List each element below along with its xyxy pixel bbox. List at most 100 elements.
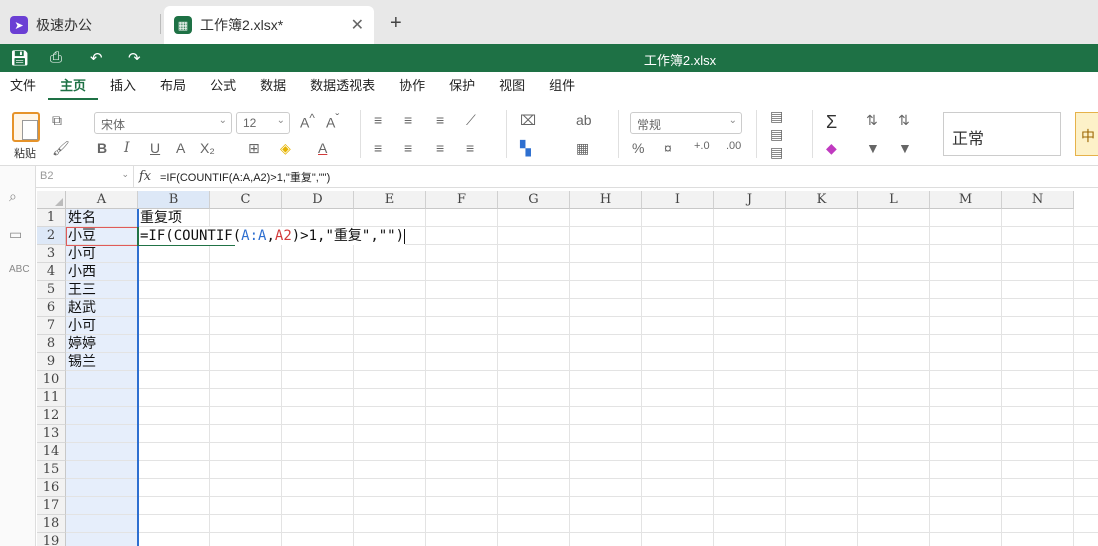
row-header-14[interactable]: 14	[37, 443, 66, 461]
spreadsheet-grid[interactable]: ABCDEFGHIJKLMN 1 2 3 4 5 6 7 8 9 10 11 12 13 14 15 16 17…	[37, 191, 1098, 546]
sort-asc-icon[interactable]: ⇅	[866, 112, 878, 129]
row-header-18[interactable]: 18	[37, 515, 66, 533]
cell-b2-editor[interactable]: =IF(COUNTIF(A:A,A2)>1,"重复","")	[139, 227, 406, 245]
orientation-icon[interactable]: ⟋	[466, 112, 476, 129]
column-header-n[interactable]: N	[1002, 191, 1074, 209]
underline-icon[interactable]: U	[150, 140, 160, 156]
row-header-11[interactable]: 11	[37, 389, 66, 407]
menu-components[interactable]: 组件	[537, 72, 587, 100]
align-middle-icon[interactable]: ≡	[404, 112, 412, 128]
row-header-3[interactable]: 3	[37, 245, 66, 263]
insert-cells-icon[interactable]: ▤	[770, 108, 783, 125]
wrap-text-icon[interactable]: ⌧	[520, 112, 536, 129]
new-tab-button[interactable]: +	[390, 12, 402, 35]
percent-icon[interactable]: %	[632, 140, 644, 156]
column-header-d[interactable]: D	[282, 191, 354, 209]
select-all-corner[interactable]	[37, 191, 66, 209]
border-icon[interactable]: ⊞	[248, 140, 260, 157]
bold-icon[interactable]: B	[97, 140, 107, 156]
vertical-scrollbar[interactable]	[1088, 166, 1098, 546]
formula-input[interactable]: =IF(COUNTIF(A:A,A2)>1,"重复","")	[156, 169, 330, 185]
tab-home[interactable]: ➤ 极速办公	[0, 6, 160, 44]
search-icon[interactable]: ⌕	[9, 188, 17, 205]
sort-desc-icon[interactable]: ⇅	[898, 112, 910, 129]
align-center-icon[interactable]: ≡	[404, 140, 412, 156]
row-header-7[interactable]: 7	[37, 317, 66, 335]
column-header-l[interactable]: L	[858, 191, 930, 209]
menu-data[interactable]: 数据	[248, 72, 298, 100]
italic-icon[interactable]: I	[124, 140, 130, 156]
strikethrough-icon[interactable]: A	[176, 140, 185, 156]
format-cells-icon[interactable]: ▤	[770, 144, 783, 161]
column-header-m[interactable]: M	[930, 191, 1002, 209]
column-header-i[interactable]: I	[642, 191, 714, 209]
row-header-12[interactable]: 12	[37, 407, 66, 425]
column-header-f[interactable]: F	[426, 191, 498, 209]
copy-icon[interactable]: ⧉	[52, 112, 62, 129]
name-box[interactable]: B2 ⌄	[36, 165, 134, 188]
row-header-2[interactable]: 2	[37, 227, 66, 245]
row-header-8[interactable]: 8	[37, 335, 66, 353]
increase-font-icon[interactable]: A^	[300, 112, 315, 131]
row-header-15[interactable]: 15	[37, 461, 66, 479]
column-header-k[interactable]: K	[786, 191, 858, 209]
row-header-19[interactable]: 19	[37, 533, 66, 546]
decrease-font-icon[interactable]: Aˇ	[326, 112, 339, 131]
cell-a7[interactable]: 小可	[66, 317, 96, 335]
align-bottom-icon[interactable]: ≡	[436, 112, 444, 128]
menu-insert[interactable]: 插入	[98, 72, 148, 100]
row-header-9[interactable]: 9	[37, 353, 66, 371]
column-header-h[interactable]: H	[570, 191, 642, 209]
spellcheck-icon[interactable]: ABC	[9, 264, 30, 275]
font-size-select[interactable]: 12 ⌄	[236, 112, 290, 134]
menu-view[interactable]: 视图	[487, 72, 537, 100]
row-header-16[interactable]: 16	[37, 479, 66, 497]
row-header-6[interactable]: 6	[37, 299, 66, 317]
fill-color-icon[interactable]: ◈	[280, 140, 291, 157]
filter-icon[interactable]: ▼	[866, 140, 880, 156]
cell-b1[interactable]: 重复项	[138, 209, 182, 227]
justify-icon[interactable]: ≡	[466, 140, 474, 156]
font-color-icon[interactable]: A	[318, 140, 327, 156]
menu-file[interactable]: 文件	[0, 72, 48, 100]
cell-a8[interactable]: 婷婷	[66, 335, 96, 353]
align-right-icon[interactable]: ≡	[436, 140, 444, 156]
menu-formula[interactable]: 公式	[198, 72, 248, 100]
cell-a1[interactable]: 姓名	[66, 209, 96, 227]
align-top-icon[interactable]: ≡	[374, 112, 382, 128]
cell-a3[interactable]: 小可	[66, 245, 96, 263]
column-header-j[interactable]: J	[714, 191, 786, 209]
menu-protect[interactable]: 保护	[437, 72, 487, 100]
row-header-4[interactable]: 4	[37, 263, 66, 281]
column-header-e[interactable]: E	[354, 191, 426, 209]
cell-a9[interactable]: 锡兰	[66, 353, 96, 371]
fx-icon[interactable]: fx	[134, 169, 156, 184]
style-normal[interactable]: 正常	[943, 112, 1061, 156]
tab-workbook[interactable]: ▦ 工作簿2.xlsx* ✕	[164, 6, 374, 44]
decrease-decimal-icon[interactable]: .00	[726, 140, 741, 152]
row-header-10[interactable]: 10	[37, 371, 66, 389]
align-left-icon[interactable]: ≡	[374, 140, 382, 156]
font-name-select[interactable]: 宋体 ⌄	[94, 112, 232, 134]
delete-cells-icon[interactable]: ▤	[770, 126, 783, 143]
column-header-b[interactable]: B	[138, 191, 210, 209]
row-header-1[interactable]: 1	[37, 209, 66, 227]
paste-icon[interactable]	[12, 112, 40, 142]
menu-layout[interactable]: 布局	[148, 72, 198, 100]
style-neutral[interactable]: 中	[1075, 112, 1098, 156]
row-header-17[interactable]: 17	[37, 497, 66, 515]
cell-a6[interactable]: 赵武	[66, 299, 96, 317]
number-format-select[interactable]: 常规 ⌄	[630, 112, 742, 134]
row-header-5[interactable]: 5	[37, 281, 66, 299]
subscript-icon[interactable]: X₂	[200, 140, 215, 156]
menu-home[interactable]: 主页	[48, 72, 99, 100]
clear-filter-icon[interactable]: ▼	[898, 140, 912, 156]
sum-icon[interactable]: Σ	[826, 112, 837, 133]
column-header-g[interactable]: G	[498, 191, 570, 209]
format-painter-icon[interactable]: 🖌︎	[52, 140, 70, 157]
merge-cells-icon[interactable]: ▚	[520, 140, 531, 157]
table-icon[interactable]: ▦	[576, 140, 589, 157]
menu-collab[interactable]: 协作	[387, 72, 437, 100]
clear-icon[interactable]: ◆	[826, 140, 837, 157]
cell-a4[interactable]: 小西	[66, 263, 96, 281]
